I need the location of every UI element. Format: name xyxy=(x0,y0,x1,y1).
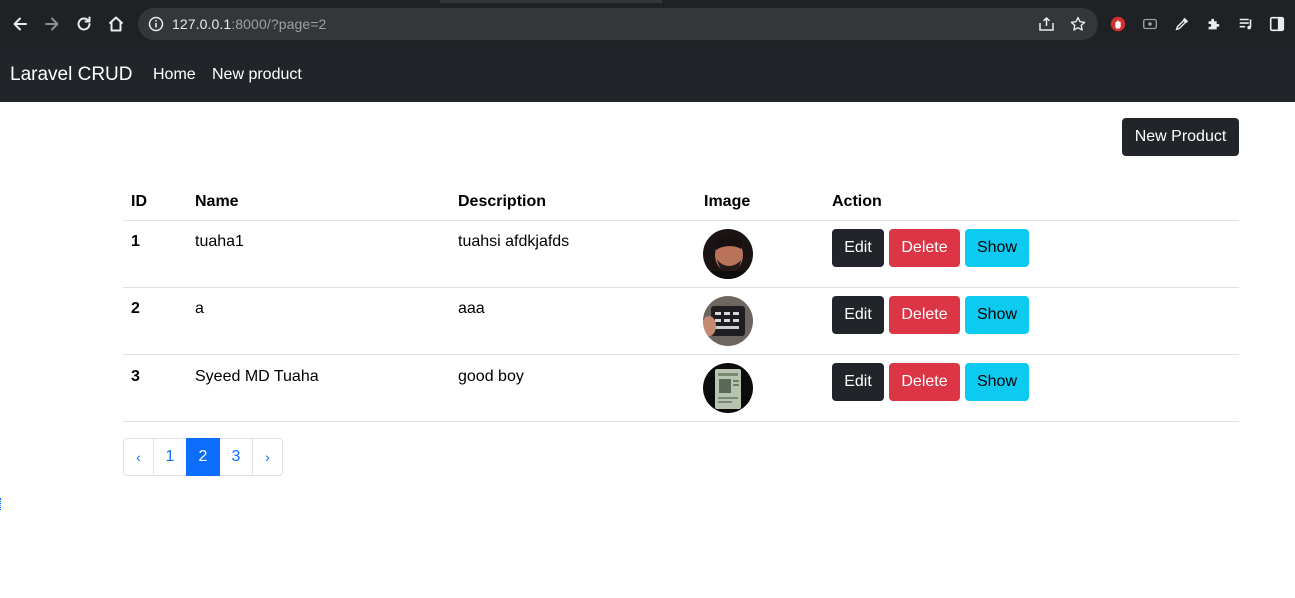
table-divider xyxy=(123,220,1239,221)
cell-id: 2 xyxy=(131,300,140,317)
cell-name: tuaha1 xyxy=(195,233,244,250)
product-image xyxy=(703,363,753,413)
url-host: 127.0.0.1 xyxy=(172,16,232,32)
back-icon[interactable] xyxy=(7,11,33,37)
cell-name: a xyxy=(195,300,204,317)
delete-button[interactable]: Delete xyxy=(889,229,960,267)
show-button[interactable]: Show xyxy=(965,363,1029,401)
cell-description: tuahsi afdkjafds xyxy=(458,233,570,250)
pagination-page-3[interactable]: 3 xyxy=(219,438,253,476)
pagination-page-2-active[interactable]: 2 xyxy=(186,438,220,476)
show-button[interactable]: Show xyxy=(965,229,1029,267)
cell-description: good boy xyxy=(458,368,524,385)
forward-icon[interactable] xyxy=(39,11,65,37)
pagination-page-1[interactable]: 1 xyxy=(153,438,187,476)
bookmark-star-icon[interactable] xyxy=(1068,16,1088,32)
info-icon[interactable] xyxy=(148,16,164,32)
cell-description: aaa xyxy=(458,300,485,317)
pagination: ‹ 1 2 3 › xyxy=(123,438,283,476)
address-bar[interactable]: 127.0.0.1:8000/?page=2 xyxy=(138,8,1098,40)
home-icon[interactable] xyxy=(103,11,129,37)
eyedropper-icon[interactable] xyxy=(1172,14,1192,34)
header-name: Name xyxy=(195,193,239,210)
nav-link-new-product[interactable]: New product xyxy=(212,65,302,85)
sidepanel-icon[interactable] xyxy=(1267,14,1287,34)
tab-strip xyxy=(0,0,1295,3)
delete-button[interactable]: Delete xyxy=(889,363,960,401)
cell-id: 1 xyxy=(131,233,140,250)
browser-toolbar: 127.0.0.1:8000/?page=2 xyxy=(0,0,1295,48)
navbar-brand[interactable]: Laravel CRUD xyxy=(10,63,132,87)
page-edge-marker xyxy=(0,498,2,510)
product-image xyxy=(703,229,753,279)
header-image: Image xyxy=(704,193,751,210)
table-divider xyxy=(123,421,1239,422)
header-id: ID xyxy=(131,193,147,210)
header-description: Description xyxy=(458,193,547,210)
table-divider xyxy=(123,287,1239,288)
pagination-prev[interactable]: ‹ xyxy=(123,438,154,476)
url-text[interactable]: 127.0.0.1:8000/?page=2 xyxy=(172,15,326,33)
puzzle-icon[interactable] xyxy=(1204,14,1224,34)
delete-button[interactable]: Delete xyxy=(889,296,960,334)
cell-id: 3 xyxy=(131,368,140,385)
extension-icon[interactable] xyxy=(1108,14,1128,34)
edit-button[interactable]: Edit xyxy=(832,363,884,401)
header-action: Action xyxy=(832,193,882,210)
screen-capture-icon[interactable] xyxy=(1140,14,1160,34)
nav-link-home[interactable]: Home xyxy=(153,65,196,85)
edit-button[interactable]: Edit xyxy=(832,229,884,267)
pagination-next[interactable]: › xyxy=(252,438,283,476)
edit-button[interactable]: Edit xyxy=(832,296,884,334)
show-button[interactable]: Show xyxy=(965,296,1029,334)
reload-icon[interactable] xyxy=(71,11,97,37)
table-divider xyxy=(123,354,1239,355)
media-icon[interactable] xyxy=(1236,14,1256,34)
share-icon[interactable] xyxy=(1037,16,1057,32)
product-image xyxy=(703,296,753,346)
top-navbar: Laravel CRUD Home New product xyxy=(0,48,1295,102)
url-path: :8000/?page=2 xyxy=(231,16,327,32)
new-product-button[interactable]: New Product xyxy=(1122,118,1239,156)
cell-name: Syeed MD Tuaha xyxy=(195,368,319,385)
